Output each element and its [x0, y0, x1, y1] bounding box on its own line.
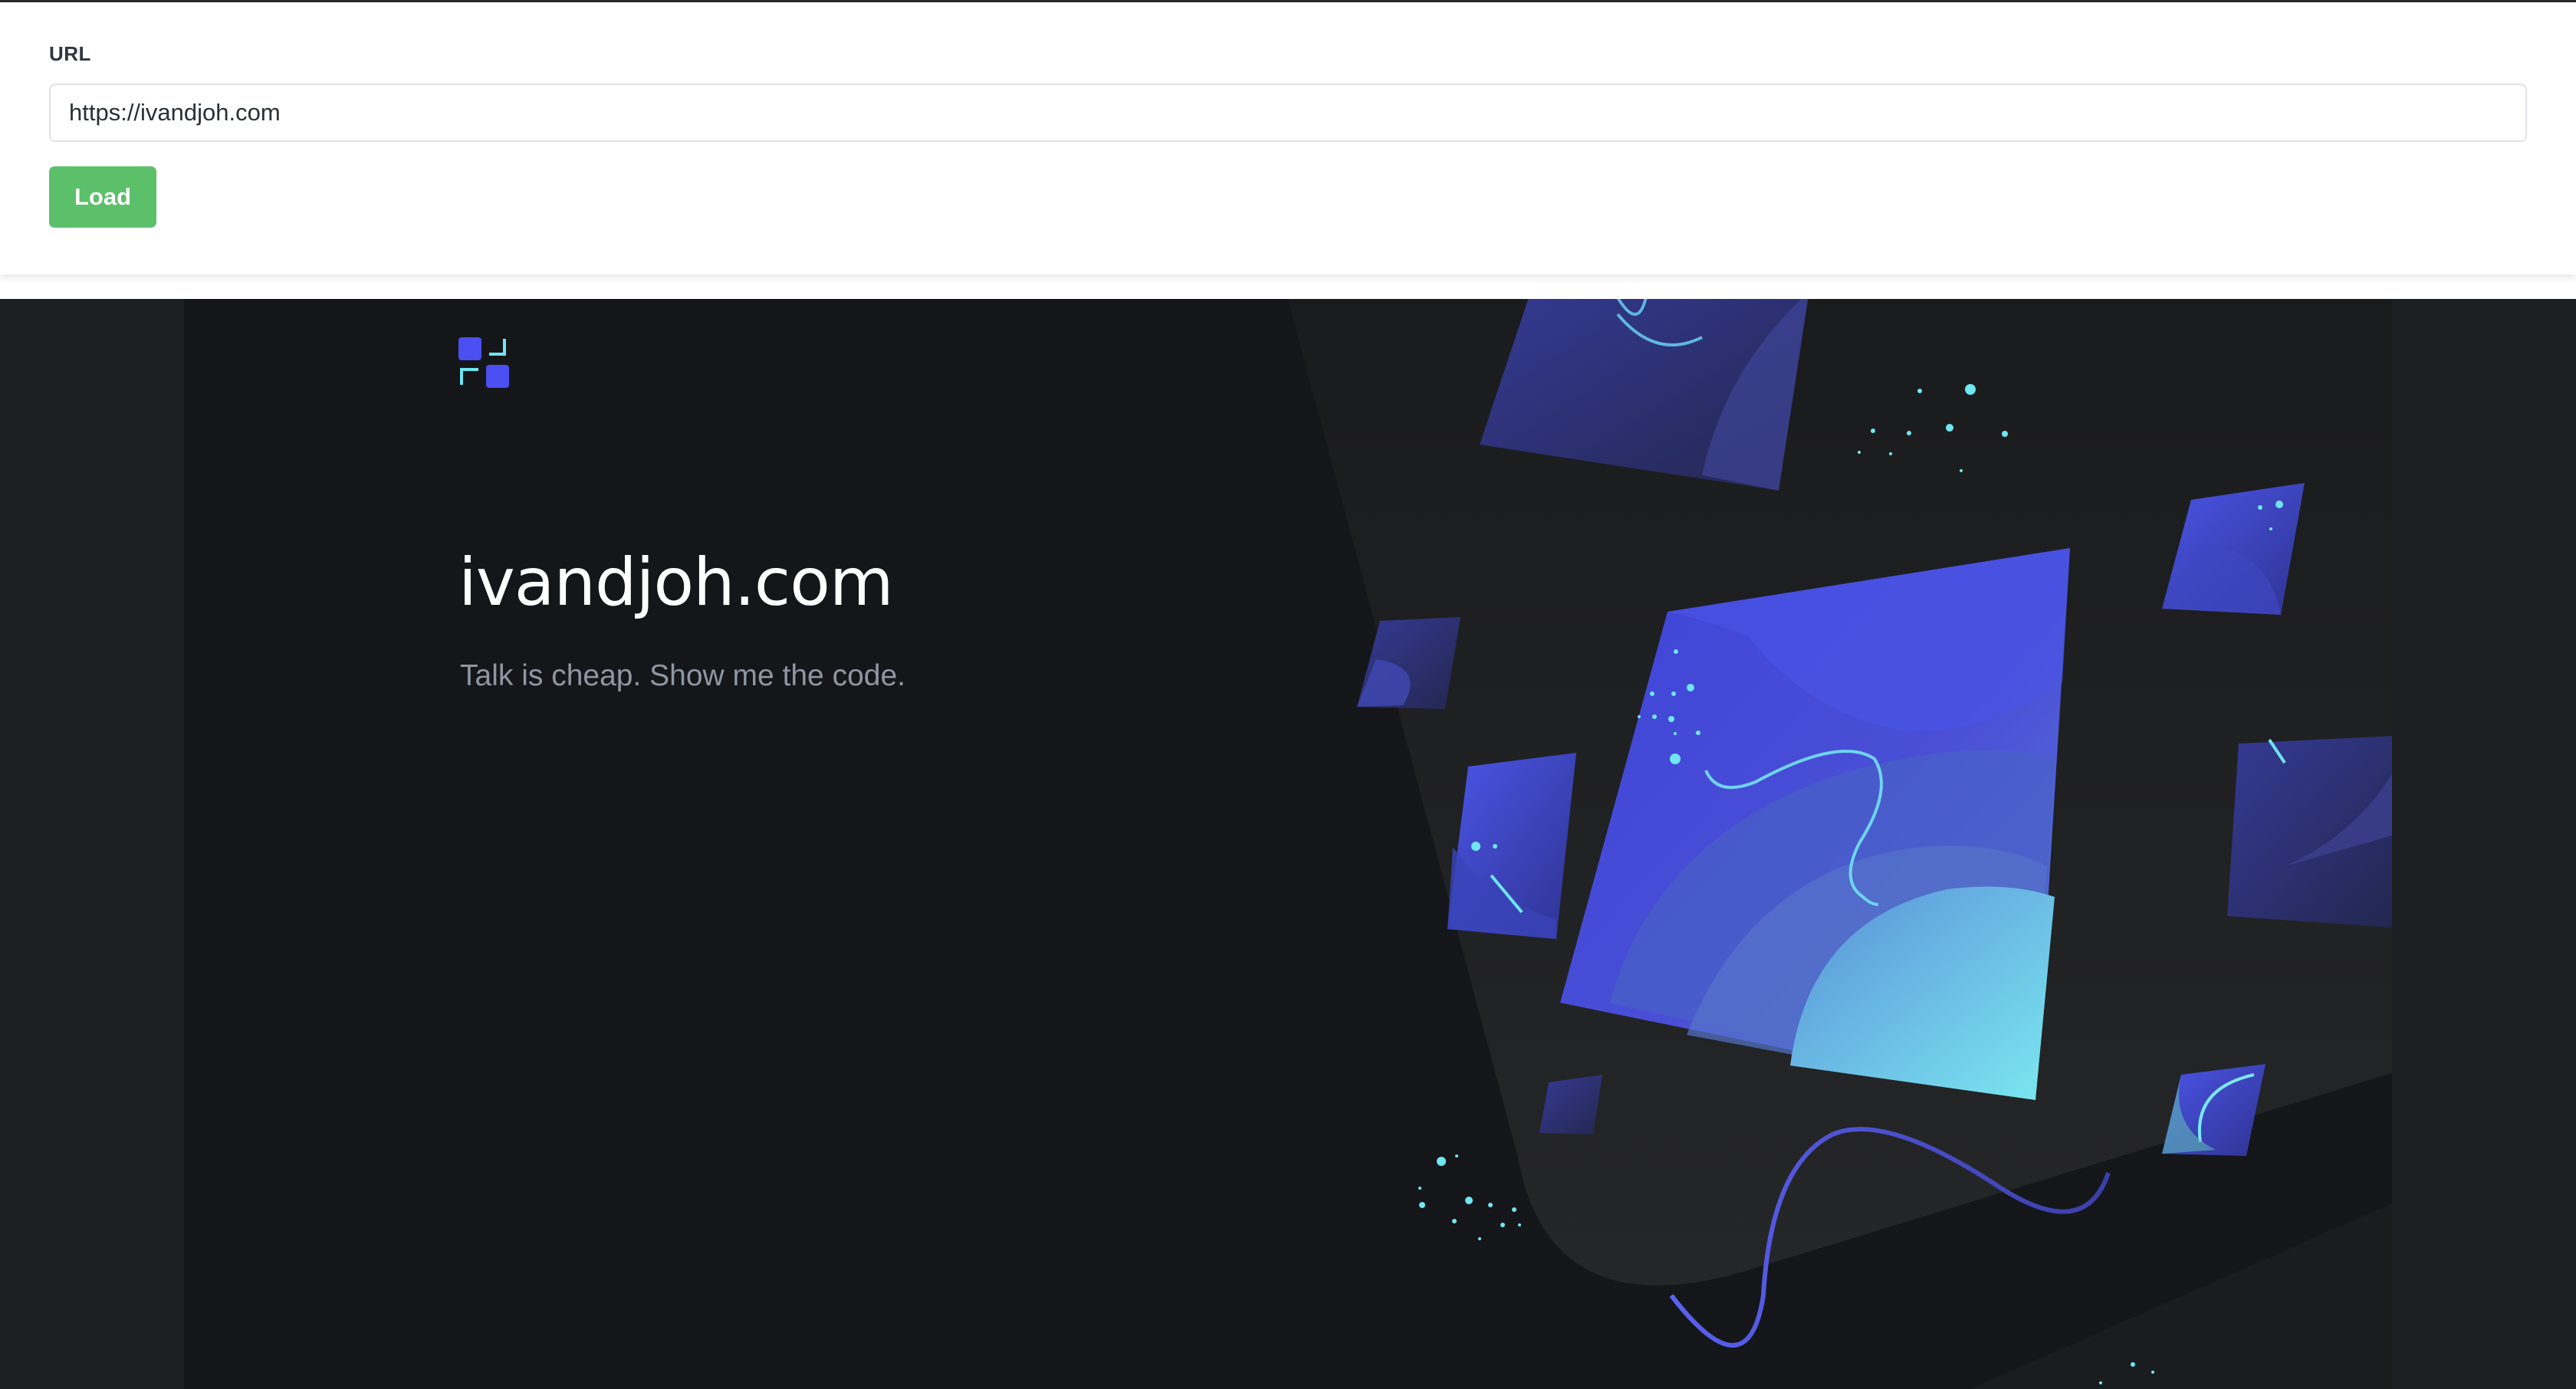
tile-small-left [1357, 617, 1460, 709]
tile-mid-left [1447, 753, 1576, 939]
url-input[interactable] [49, 84, 2527, 142]
site-tagline: Talk is cheap. Show me the code. [460, 659, 905, 692]
page-preview[interactable]: ivandjoh.com Talk is cheap. Show me the … [0, 299, 2576, 1389]
load-button[interactable]: Load [49, 166, 156, 228]
url-label: URL [49, 42, 91, 65]
site-title: ivandjoh.com [458, 544, 894, 621]
site-container: ivandjoh.com Talk is cheap. Show me the … [184, 299, 2392, 1389]
url-toolbar: URL Load [0, 0, 2576, 274]
tile-small-bottom [1539, 1075, 1602, 1135]
floor-shade [1970, 1203, 2392, 1389]
tile-right [2227, 736, 2392, 928]
grid-logo-icon[interactable] [458, 337, 509, 388]
hero-illustration [1288, 299, 2392, 1389]
